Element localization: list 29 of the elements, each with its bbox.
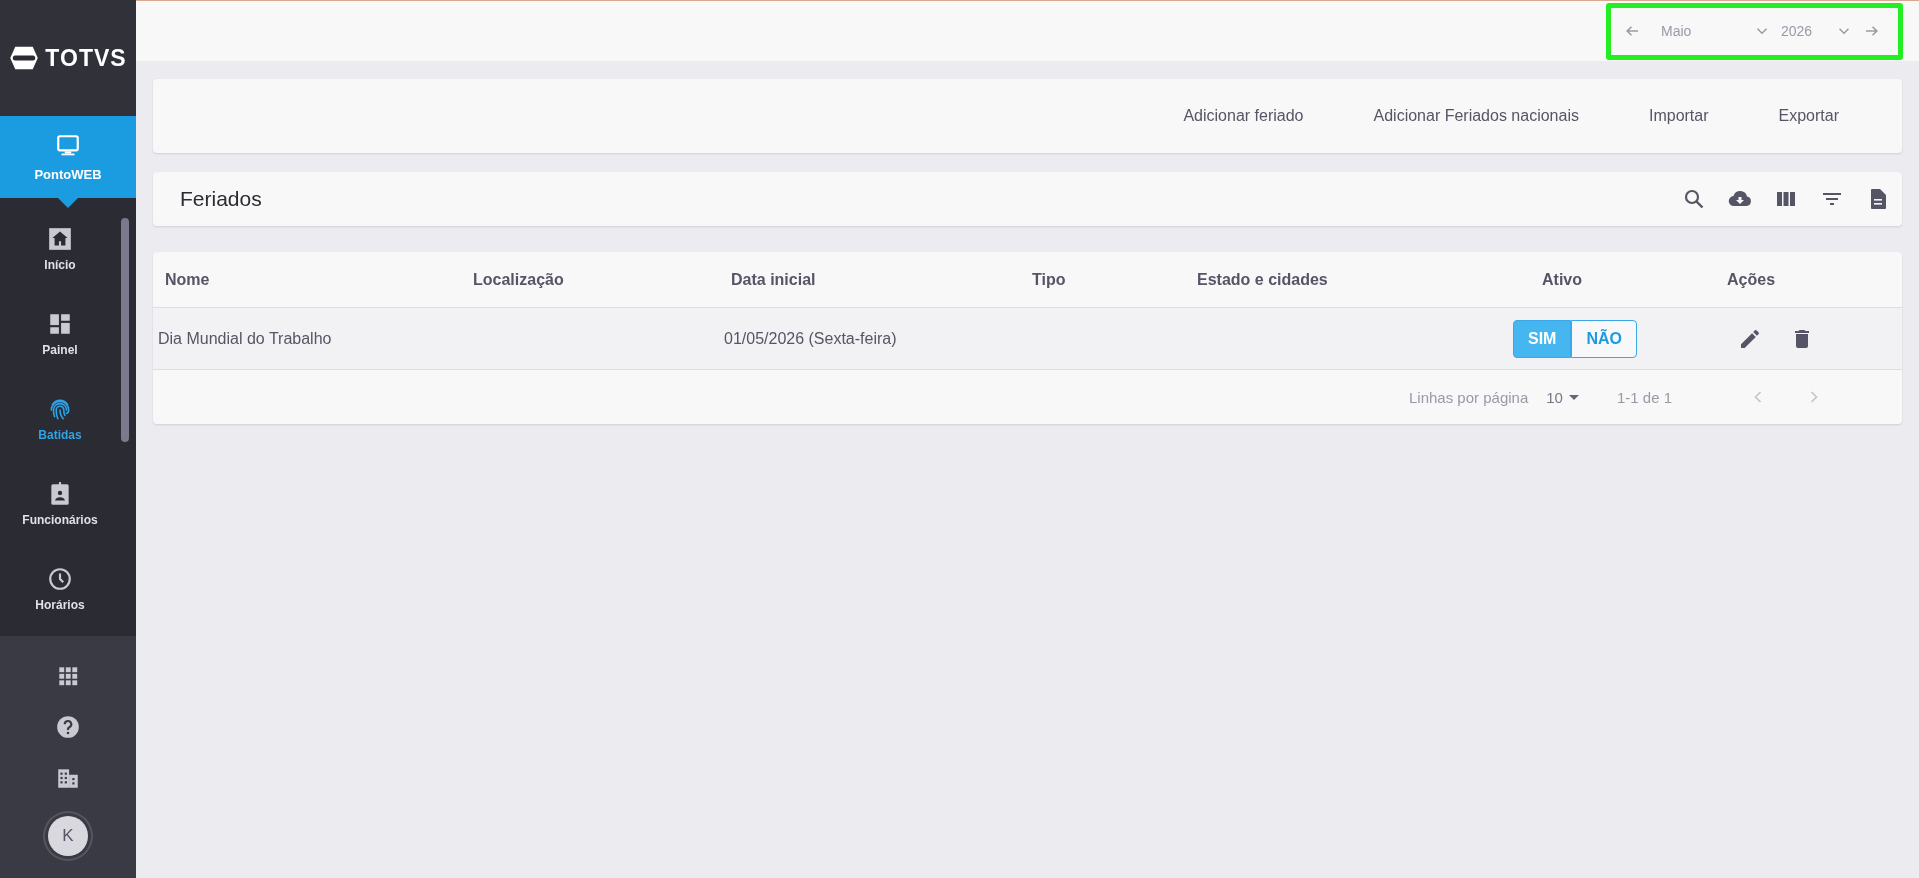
home-icon (47, 225, 73, 252)
nav-item[interactable]: Início (0, 206, 120, 291)
column-header[interactable]: Nome (153, 270, 461, 289)
column-header[interactable]: Tipo (1020, 270, 1185, 289)
nav-item[interactable]: Funcionários (0, 461, 120, 546)
scrollbar[interactable] (121, 218, 129, 442)
clock-icon (47, 565, 73, 592)
table-cell-text: Dia Mundial do Trabalho (157, 329, 333, 348)
table-cell-text: 01/05/2026 (Sexta-feira) (723, 329, 898, 348)
page-range: 1-1 de 1 (1616, 388, 1672, 406)
column-header[interactable]: Estado e cidades (1185, 270, 1505, 289)
nav-item[interactable]: Horários (0, 546, 120, 631)
action-button[interactable]: Importar (1613, 97, 1744, 135)
column-header[interactable]: Ações (1720, 270, 1902, 289)
column-header[interactable]: Localização (461, 270, 719, 289)
panel-title: Feriados (180, 187, 262, 211)
nav-item[interactable]: Painel (0, 291, 120, 376)
action-button[interactable]: Adicionar Feriados nacionais (1338, 97, 1614, 135)
caret-down-icon (1568, 394, 1579, 400)
logo-text: TOTVS (45, 44, 127, 72)
rows-per-page-label: Linhas por página (1409, 388, 1529, 406)
search-icon[interactable] (1682, 187, 1706, 211)
nav-item[interactable]: Batidas (0, 376, 120, 461)
action-button[interactable]: Exportar (1743, 97, 1874, 135)
column-header[interactable]: Data inicial (719, 270, 1020, 289)
rows-per-page-select[interactable]: 10 (1546, 388, 1579, 406)
column-header[interactable]: Ativo (1513, 270, 1611, 289)
help-icon[interactable] (55, 713, 81, 740)
action-button[interactable]: Adicionar feriado (1148, 97, 1339, 135)
